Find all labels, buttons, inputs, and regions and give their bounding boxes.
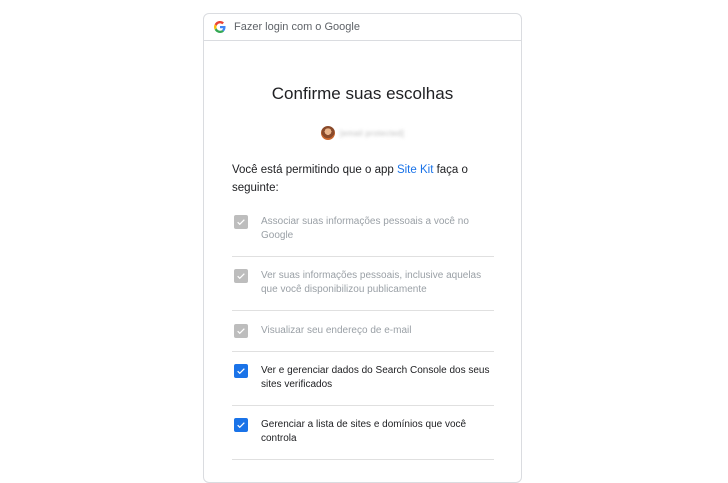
permission-intro: Você está permitindo que o app Site Kit …: [232, 161, 502, 197]
checkbox-checked[interactable]: [234, 418, 248, 432]
checkmark-icon: [237, 422, 245, 429]
account-email: [email protected]: [339, 128, 405, 138]
permission-list: Associar suas informações pessoais a voc…: [232, 204, 494, 460]
permission-item-manage-sites[interactable]: Gerenciar a lista de sites e domínios qu…: [232, 406, 494, 460]
permission-item-view-email: Visualizar seu endereço de e-mail: [232, 311, 494, 352]
google-g-icon: [214, 21, 226, 33]
card-header: Fazer login com o Google: [204, 14, 521, 41]
permission-label: Ver suas informações pessoais, inclusive…: [261, 270, 482, 295]
permission-label: Visualizar seu endereço de e-mail: [261, 325, 412, 336]
consent-card: Fazer login com o Google Confirme suas e…: [203, 13, 522, 483]
permission-label: Associar suas informações pessoais a voc…: [261, 216, 469, 241]
checkmark-icon: [237, 273, 245, 280]
intro-prefix: Você está permitindo que o app: [232, 164, 397, 176]
avatar: [320, 126, 335, 140]
permission-item-associate-info: Associar suas informações pessoais a voc…: [232, 204, 494, 257]
account-chip[interactable]: [email protected]: [204, 126, 521, 140]
checkmark-icon: [237, 219, 245, 226]
permission-label: Ver e gerenciar dados do Search Console …: [261, 365, 490, 390]
checkbox-checked-disabled: [234, 269, 248, 283]
checkbox-checked[interactable]: [234, 364, 248, 378]
header-title: Fazer login com o Google: [234, 21, 360, 33]
permission-label: Gerenciar a lista de sites e domínios qu…: [261, 419, 467, 444]
permission-item-search-console[interactable]: Ver e gerenciar dados do Search Console …: [232, 352, 494, 406]
checkmark-icon: [237, 368, 245, 375]
permission-item-view-personal-info: Ver suas informações pessoais, inclusive…: [232, 257, 494, 311]
checkmark-icon: [237, 328, 245, 335]
checkbox-checked-disabled: [234, 324, 248, 338]
app-name-link[interactable]: Site Kit: [397, 164, 433, 176]
page-title: Confirme suas escolhas: [271, 84, 454, 103]
checkbox-checked-disabled: [234, 215, 248, 229]
